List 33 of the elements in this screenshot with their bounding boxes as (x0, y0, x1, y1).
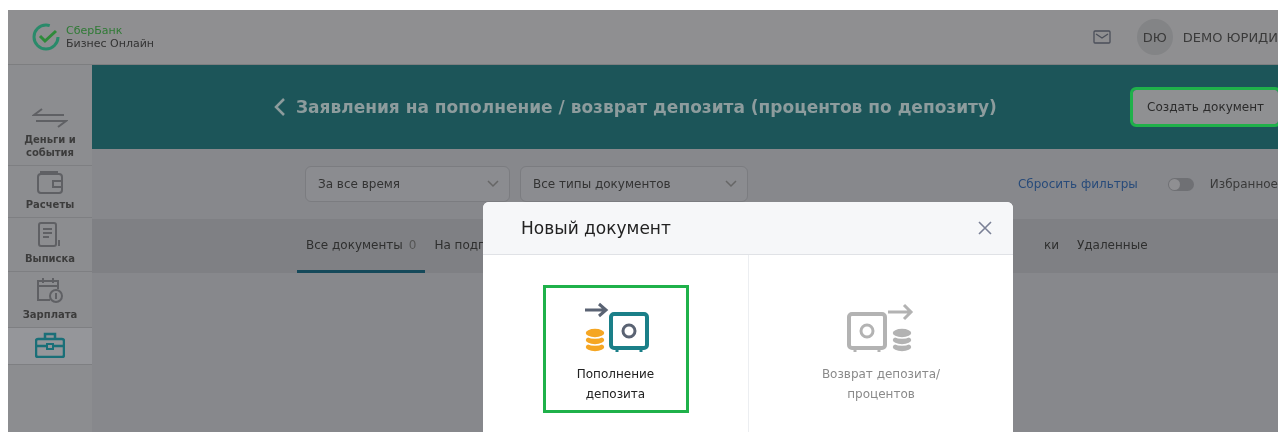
reset-filters-link[interactable]: Сбросить фильтры (1017, 177, 1138, 191)
tab[interactable]: Удаленные (1068, 219, 1157, 273)
user-name[interactable]: DEMO ЮРИДИ (1182, 29, 1278, 45)
logo-icon (32, 23, 60, 51)
wallet-icon (37, 170, 63, 194)
close-icon[interactable] (977, 220, 993, 236)
logo-subtitle: Бизнес Онлайн (66, 37, 154, 50)
tab[interactable]: ки (1034, 219, 1068, 273)
arrows-icon (32, 107, 68, 129)
filter-dropdown[interactable]: Все типы документов (520, 166, 748, 202)
sidebar-label: Выписка (24, 252, 75, 265)
sidebar-item[interactable]: Расчеты (8, 166, 92, 218)
chevron-down-icon (725, 180, 737, 188)
briefcase-icon (35, 332, 65, 358)
document-icon (38, 222, 62, 248)
document-type-option[interactable]: Пополнение депозита (542, 285, 689, 413)
logo-title: СберБанк (66, 24, 124, 37)
sidebar-label: Зарплата (22, 308, 78, 321)
filter-dropdown[interactable]: За все время (305, 166, 510, 202)
sidebar-item[interactable] (8, 328, 92, 365)
favorites-toggle[interactable] (1167, 177, 1194, 191)
favorites-label: Избранное (1209, 177, 1278, 191)
mail-icon[interactable] (1092, 30, 1111, 44)
sidebar-label: Деньги и события (23, 133, 77, 159)
page-title: Заявления на пополнение / возврат депозита (процентов по депозиту) (296, 97, 997, 117)
calendar-icon (36, 276, 64, 304)
back-icon[interactable] (274, 97, 286, 117)
chevron-down-icon (487, 180, 499, 188)
user-avatar[interactable]: DЮ (1136, 19, 1173, 55)
create-document-button[interactable]: Создать документ (1133, 90, 1278, 124)
dialog-title: Новый документ (521, 218, 672, 238)
sidebar-label: Расчеты (25, 198, 75, 211)
coins-out-of-safe-icon (846, 302, 916, 354)
